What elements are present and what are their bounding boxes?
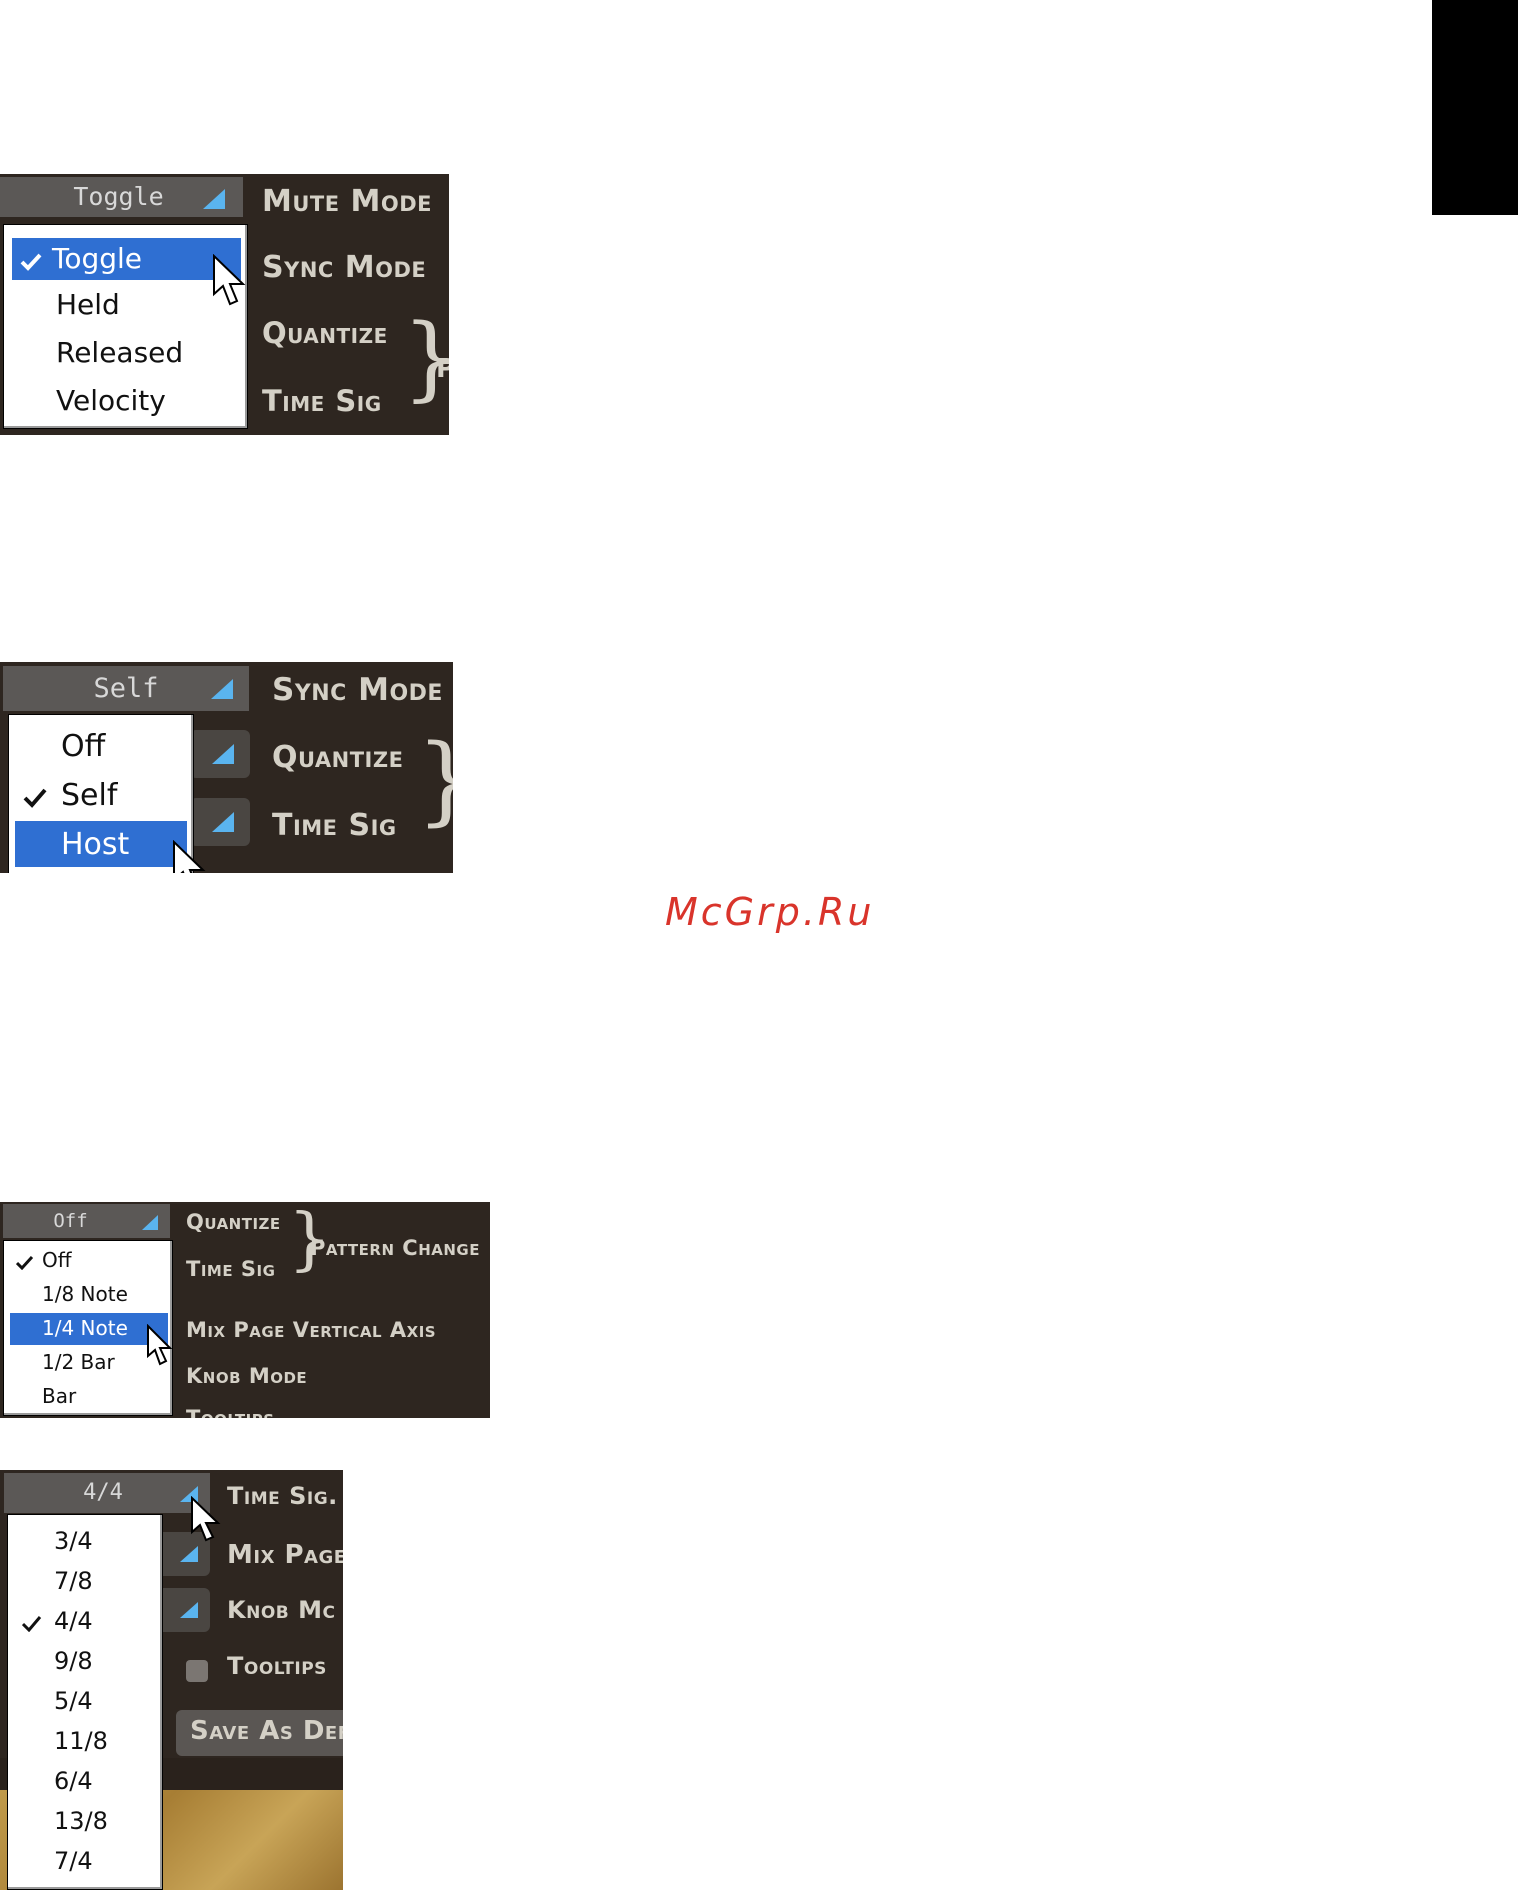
label-pattern-change: Pattern Change	[310, 1236, 480, 1260]
screenshot-mute-mode: Toggle Mute Mode Sync Mode Quantize Time…	[0, 174, 449, 435]
menu-item-3-4[interactable]: 3/4	[8, 1523, 162, 1561]
quantize-dropdown[interactable]: Off	[3, 1204, 170, 1238]
menu-item-label: Velocity	[56, 384, 166, 417]
sync-mode-menu: Off Self Host	[8, 714, 194, 873]
label-save-as-default[interactable]: Save As Defa	[190, 1716, 343, 1746]
watermark: McGrp.Ru	[665, 890, 875, 934]
label-quantize: Quantize	[272, 740, 404, 775]
mouse-pointer-icon	[147, 1324, 173, 1366]
menu-item-6-4[interactable]: 6/4	[8, 1763, 162, 1801]
menu-item-label: Held	[56, 288, 120, 321]
menu-item-label: Host	[61, 827, 130, 862]
menu-item-11-8[interactable]: 11/8	[8, 1723, 162, 1761]
dropdown-triangle-icon	[212, 812, 234, 832]
time-sig-menu: 3/4 7/8 4/4 9/8 5/4 11/8 6/4 13/8 7/4	[7, 1514, 163, 1890]
menu-item-7-8[interactable]: 7/8	[8, 1563, 162, 1601]
dropdown-value: Self	[93, 673, 159, 704]
mouse-pointer-icon	[191, 1496, 221, 1542]
label-time-sig: Time Sig.	[227, 1482, 338, 1510]
menu-item-label: Self	[61, 778, 118, 813]
dropdown-triangle-icon	[212, 744, 234, 764]
menu-item-label: 11/8	[54, 1727, 108, 1755]
label-quantize: Quantize	[186, 1210, 281, 1234]
dropdown-value: 4/4	[83, 1480, 123, 1505]
label-mute-mode: Mute Mode	[262, 184, 433, 219]
menu-item-held[interactable]: Held	[4, 284, 247, 326]
mouse-pointer-icon	[173, 840, 206, 873]
menu-item-label: 4/4	[54, 1607, 93, 1635]
menu-item-13-8[interactable]: 13/8	[8, 1803, 162, 1841]
label-time-sig: Time Sig	[272, 808, 397, 843]
menu-item-label: 9/8	[54, 1647, 93, 1675]
dropdown-value: Off	[53, 1210, 88, 1232]
dropdown-triangle-icon	[180, 1602, 198, 1618]
dropdown-triangle-icon	[211, 679, 233, 699]
page-tab-marker	[1432, 0, 1518, 215]
dropdown-value: Toggle	[73, 182, 164, 211]
menu-item-label: Toggle	[52, 242, 143, 275]
checkmark-icon	[20, 253, 42, 271]
brace: }	[416, 732, 453, 828]
menu-item-7-4[interactable]: 7/4	[8, 1843, 162, 1881]
menu-item-self[interactable]: Self	[9, 772, 193, 818]
menu-item-toggle[interactable]: Toggle	[12, 238, 241, 280]
label-time-sig: Time Sig	[186, 1257, 276, 1281]
time-sig-dropdown[interactable]	[190, 798, 250, 846]
dropdown-triangle-icon	[180, 1546, 198, 1562]
menu-item-label: 7/4	[54, 1847, 93, 1875]
menu-item-label: 7/8	[54, 1567, 93, 1595]
checkmark-icon	[22, 1616, 42, 1632]
menu-item-label: 6/4	[54, 1767, 93, 1795]
menu-item-9-8[interactable]: 9/8	[8, 1643, 162, 1681]
menu-item-label: 5/4	[54, 1687, 93, 1715]
dropdown-triangle-icon	[142, 1215, 158, 1230]
menu-item-label: 1/4 Note	[42, 1316, 128, 1340]
menu-item-5-4[interactable]: 5/4	[8, 1683, 162, 1721]
label-mix-page: Mix Page	[227, 1540, 343, 1570]
menu-item-label: Released	[56, 336, 184, 369]
screenshot-time-sig: 4/4 Time Sig. Mix Page Knob Mc Tooltips …	[0, 1470, 343, 1890]
menu-item-label: Off	[61, 729, 106, 764]
mouse-pointer-icon	[213, 254, 246, 306]
label-knob-mode: Knob Mode	[186, 1364, 308, 1388]
menu-item-4-4[interactable]: 4/4	[8, 1603, 162, 1641]
menu-item-1-8-note[interactable]: 1/8 Note	[4, 1279, 172, 1311]
menu-item-label: 3/4	[54, 1527, 93, 1555]
screenshot-sync-mode: Self Sync Mode Quantize Time Sig } Off S…	[0, 662, 453, 873]
screenshot-quantize: Off Quantize Time Sig } Pattern Change M…	[0, 1202, 490, 1418]
menu-item-bar[interactable]: Bar	[4, 1381, 172, 1413]
menu-item-off[interactable]: Off	[9, 723, 193, 769]
label-tooltips: Tooltips	[227, 1652, 327, 1680]
menu-item-released[interactable]: Released	[4, 332, 247, 374]
mute-mode-dropdown[interactable]: Toggle	[0, 177, 243, 217]
label-knob-mode: Knob Mc	[227, 1596, 336, 1624]
menu-item-velocity[interactable]: Velocity	[4, 380, 247, 422]
dropdown-triangle-icon	[203, 189, 225, 209]
menu-item-label: 1/2 Bar	[42, 1350, 115, 1374]
label-time-sig: Time Sig	[262, 384, 382, 418]
sync-mode-dropdown[interactable]: Self	[3, 666, 249, 711]
label-mix-page-vertical-axis: Mix Page Vertical Axis	[186, 1318, 437, 1342]
label-tooltips: Tooltips	[186, 1406, 275, 1418]
menu-item-host[interactable]: Host	[15, 821, 187, 867]
label-partial: P	[436, 354, 449, 384]
checkmark-icon	[16, 1256, 34, 1270]
label-quantize: Quantize	[262, 316, 388, 350]
label-sync-mode: Sync Mode	[262, 250, 427, 285]
time-sig-dropdown[interactable]: 4/4	[4, 1473, 210, 1513]
menu-item-label: Bar	[42, 1384, 77, 1408]
tooltips-checkbox[interactable]	[186, 1660, 208, 1682]
menu-item-off[interactable]: Off	[4, 1245, 172, 1277]
checkmark-icon	[23, 788, 47, 808]
menu-item-1-4-note[interactable]: 1/4 Note	[10, 1313, 168, 1345]
menu-item-label: Off	[42, 1248, 72, 1272]
label-sync-mode: Sync Mode	[272, 672, 443, 708]
menu-item-label: 13/8	[54, 1807, 108, 1835]
menu-item-label: 1/8 Note	[42, 1282, 128, 1306]
quantize-dropdown[interactable]	[190, 730, 250, 778]
